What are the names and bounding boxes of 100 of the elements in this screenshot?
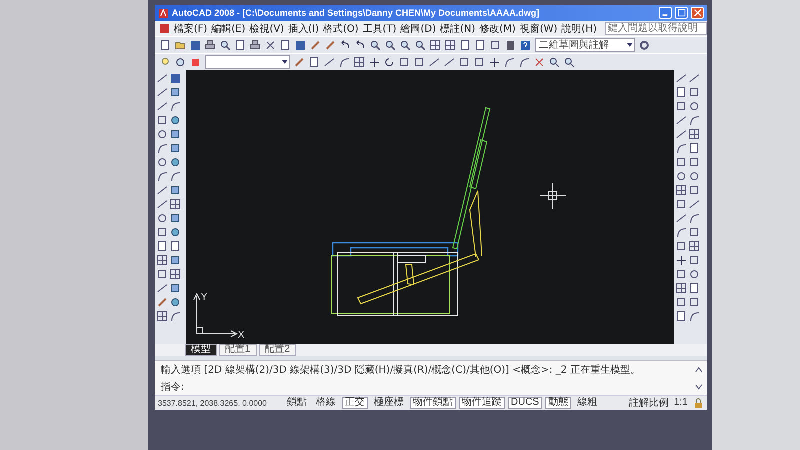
rectangle-icon[interactable] — [689, 255, 700, 266]
rectangle-icon[interactable] — [170, 185, 181, 196]
rectangle-icon[interactable] — [490, 40, 501, 50]
rectangle-icon[interactable] — [157, 115, 168, 126]
annotation-scale-dropdown[interactable]: 1:1 — [672, 398, 690, 408]
magnifier-icon[interactable] — [564, 56, 575, 68]
rectangle-icon[interactable] — [689, 297, 700, 308]
grid-icon[interactable] — [170, 269, 181, 280]
magnifier-icon[interactable] — [220, 40, 231, 50]
grid-icon[interactable] — [689, 129, 700, 140]
status-toggle[interactable]: 正交 — [342, 397, 368, 409]
menu-item[interactable]: 編輯(E) — [212, 22, 246, 36]
menu-item[interactable]: 標註(N) — [440, 22, 476, 36]
status-toggle[interactable]: DUCS — [508, 397, 542, 409]
document-icon[interactable] — [160, 40, 171, 50]
arc-icon[interactable] — [676, 227, 687, 238]
layout-tab[interactable]: 模型 — [185, 344, 217, 356]
scroll-up-icon[interactable] — [695, 366, 703, 374]
document-icon[interactable] — [676, 311, 687, 322]
status-toggle[interactable]: 動態 — [545, 397, 572, 409]
grid-icon[interactable] — [445, 40, 456, 50]
drawing-canvas[interactable]: Y X — [186, 70, 674, 344]
magnifier-icon[interactable] — [400, 40, 411, 50]
rectangle-icon[interactable] — [676, 101, 687, 112]
status-toggle[interactable]: 線粗 — [574, 397, 600, 409]
workspace-dropdown[interactable]: 二維草圖與註解 — [535, 38, 635, 52]
rectangle-icon[interactable] — [170, 87, 181, 98]
rectangle-icon[interactable] — [459, 56, 470, 68]
menu-item[interactable]: 檔案(F) — [174, 22, 208, 36]
menu-item[interactable]: 說明(H) — [562, 22, 597, 36]
arc-icon[interactable] — [170, 311, 181, 322]
document-icon[interactable] — [460, 40, 471, 50]
circle-icon[interactable] — [157, 129, 168, 140]
magnifier-icon[interactable] — [415, 40, 426, 50]
circle-icon[interactable] — [689, 171, 700, 182]
rotate-icon[interactable] — [384, 56, 395, 68]
menu-item[interactable]: 繪圖(D) — [400, 22, 436, 36]
line-icon[interactable] — [157, 199, 168, 210]
lock-icon[interactable] — [693, 398, 704, 408]
circle-icon[interactable] — [689, 101, 700, 112]
circle-icon[interactable] — [157, 213, 168, 224]
rectangle-icon[interactable] — [676, 199, 687, 210]
line-icon[interactable] — [157, 87, 168, 98]
scroll-down-icon[interactable] — [695, 382, 703, 390]
layout-tab[interactable]: 配置2 — [258, 344, 296, 356]
document-icon[interactable] — [280, 40, 291, 50]
line-icon[interactable] — [157, 101, 168, 112]
document-icon[interactable] — [309, 56, 320, 68]
line-icon[interactable] — [157, 185, 168, 196]
arc-icon[interactable] — [170, 101, 181, 112]
grid-icon[interactable] — [157, 311, 168, 322]
rectangle-icon[interactable] — [676, 269, 687, 280]
grid-icon[interactable] — [676, 185, 687, 196]
layout-tab[interactable]: 配置1 — [219, 344, 257, 356]
arc-icon[interactable] — [170, 171, 181, 182]
status-toggle[interactable]: 鎖點 — [284, 397, 310, 409]
document-icon[interactable] — [676, 87, 687, 98]
line-icon[interactable] — [689, 73, 700, 84]
line-icon[interactable] — [157, 283, 168, 294]
rectangle-icon[interactable] — [474, 56, 485, 68]
rectangle-icon[interactable] — [157, 269, 168, 280]
arc-icon[interactable] — [339, 56, 350, 68]
status-toggle[interactable]: 物件追蹤 — [459, 397, 505, 409]
line-icon[interactable] — [676, 129, 687, 140]
rectangle-icon[interactable] — [689, 87, 700, 98]
printer-icon[interactable] — [250, 40, 261, 50]
grid-icon[interactable] — [676, 283, 687, 294]
line-icon[interactable] — [676, 115, 687, 126]
folder-icon[interactable] — [175, 40, 186, 50]
close-button[interactable] — [691, 7, 704, 19]
layer-dropdown[interactable] — [205, 55, 290, 69]
status-toggle[interactable]: 極座標 — [371, 397, 407, 409]
curved-arrow-icon[interactable] — [340, 40, 351, 50]
circle-icon[interactable] — [157, 157, 168, 168]
grid-icon[interactable] — [689, 241, 700, 252]
line-icon[interactable] — [676, 213, 687, 224]
rectangle-icon[interactable] — [414, 56, 425, 68]
grid-icon[interactable] — [430, 40, 441, 50]
printer-icon[interactable] — [205, 40, 216, 50]
document-icon[interactable] — [689, 143, 700, 154]
curved-arrow-icon[interactable] — [355, 40, 366, 50]
arc-icon[interactable] — [157, 143, 168, 154]
command-prompt[interactable]: 指令: — [161, 380, 695, 394]
status-toggle[interactable]: 格線 — [313, 397, 339, 409]
rectangle-icon[interactable] — [689, 157, 700, 168]
pencil-icon[interactable] — [325, 40, 336, 50]
menu-item[interactable]: 視窗(W) — [520, 22, 558, 36]
rectangle-icon[interactable] — [157, 227, 168, 238]
pencil-icon[interactable] — [310, 40, 321, 50]
pencil-icon[interactable] — [157, 297, 168, 308]
help-search-field[interactable]: 鍵入問題以取得說明 — [605, 22, 707, 35]
circle-icon[interactable] — [175, 56, 186, 68]
grid-icon[interactable] — [170, 199, 181, 210]
rectangle-icon[interactable] — [689, 227, 700, 238]
arc-icon[interactable] — [504, 56, 515, 68]
grid-icon[interactable] — [354, 56, 365, 68]
rectangle-icon[interactable] — [170, 213, 181, 224]
menu-item[interactable]: 檢視(V) — [250, 22, 284, 36]
circle-icon[interactable] — [689, 269, 700, 280]
arc-icon[interactable] — [689, 311, 700, 322]
